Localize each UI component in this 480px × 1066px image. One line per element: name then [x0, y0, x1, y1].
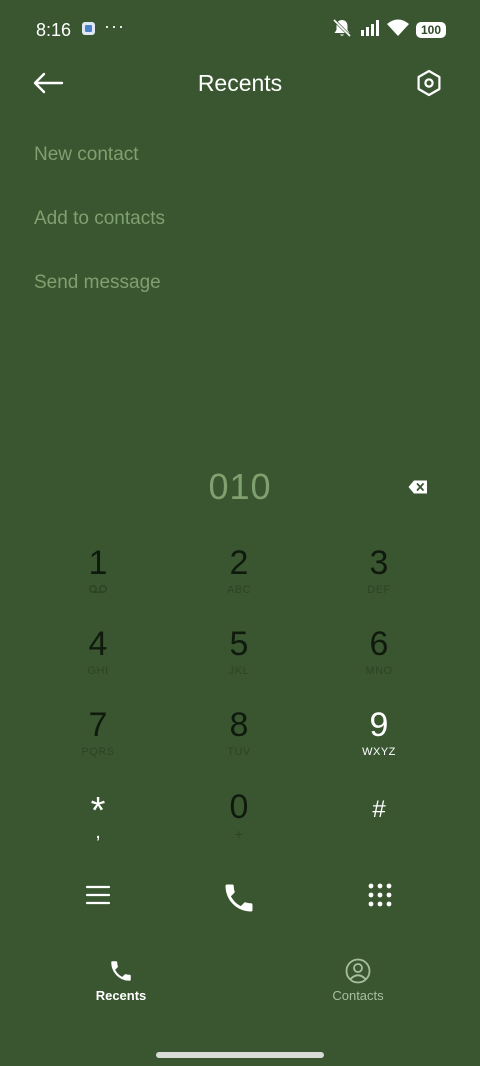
- key-digit: 1: [88, 544, 108, 582]
- key-letters: ,: [95, 821, 101, 843]
- muted-bell-icon: [331, 18, 353, 43]
- wifi-icon: [387, 19, 409, 41]
- key-letters: +: [234, 826, 244, 842]
- key-letters: DEF: [367, 584, 391, 596]
- key-4[interactable]: 4 GHI: [33, 627, 163, 703]
- key-7[interactable]: 7 PQRS: [33, 708, 163, 784]
- signal-icon: [360, 19, 380, 41]
- key-digit: 4: [88, 625, 108, 663]
- phone-icon: [111, 961, 131, 981]
- key-digit: 9: [369, 706, 389, 744]
- voicemail-icon: [88, 584, 108, 597]
- key-letters: ABC: [226, 584, 252, 596]
- page-title: Recents: [197, 70, 283, 96]
- key-hash[interactable]: #: [314, 790, 444, 866]
- settings-icon: [417, 69, 441, 97]
- hamburger-menu-icon: [85, 885, 111, 905]
- key-digit: 7: [88, 706, 108, 744]
- contacts-icon: [345, 958, 371, 984]
- app-notification-icon: [82, 22, 95, 35]
- dialpad-toggle-button[interactable]: [355, 870, 405, 920]
- key-star[interactable]: * ,: [33, 792, 163, 868]
- key-digit: 8: [229, 706, 249, 744]
- key-digit: 2: [229, 544, 249, 582]
- backspace-button[interactable]: [402, 474, 434, 500]
- dialpad-icon: [368, 883, 392, 907]
- key-letters: PQRS: [81, 746, 115, 758]
- key-2[interactable]: 2 ABC: [174, 546, 304, 622]
- phone-icon: [225, 884, 253, 912]
- key-digit: 5: [229, 625, 249, 663]
- nav-contacts[interactable]: Contacts: [293, 958, 423, 1018]
- key-letters: GHI: [87, 665, 109, 677]
- nav-contacts-label: Contacts: [332, 988, 384, 1003]
- backspace-icon: [408, 480, 427, 494]
- status-icons: 100: [331, 18, 446, 42]
- key-9[interactable]: 9 WXYZ: [314, 708, 444, 784]
- status-time: 8:16: [36, 20, 72, 40]
- key-digit: #: [372, 796, 386, 823]
- nav-recents[interactable]: Recents: [56, 958, 186, 1018]
- key-8[interactable]: 8 TUV: [174, 708, 304, 784]
- add-to-contacts-option[interactable]: Add to contacts: [34, 208, 165, 230]
- key-letters: MNO: [365, 665, 393, 677]
- send-message-option[interactable]: Send message: [34, 272, 161, 294]
- key-6[interactable]: 6 MNO: [314, 627, 444, 703]
- key-letters: WXYZ: [362, 746, 396, 758]
- nav-recents-label: Recents: [95, 988, 147, 1003]
- key-letters: TUV: [227, 746, 251, 758]
- key-5[interactable]: 5 JKL: [174, 627, 304, 703]
- key-digit: 0: [229, 788, 249, 826]
- key-digit: 3: [369, 544, 389, 582]
- key-1[interactable]: 1: [33, 546, 163, 622]
- key-0[interactable]: 0 +: [174, 790, 304, 866]
- key-3[interactable]: 3 DEF: [314, 546, 444, 622]
- key-letters: JKL: [228, 665, 250, 677]
- call-button[interactable]: [214, 873, 264, 923]
- home-indicator[interactable]: [156, 1052, 324, 1058]
- menu-button[interactable]: [73, 870, 123, 920]
- battery-icon: 100: [416, 22, 446, 38]
- settings-button[interactable]: [410, 64, 448, 102]
- new-contact-option[interactable]: New contact: [34, 144, 139, 166]
- more-notifications-indicator: ···: [104, 16, 125, 36]
- key-digit: 6: [369, 625, 389, 663]
